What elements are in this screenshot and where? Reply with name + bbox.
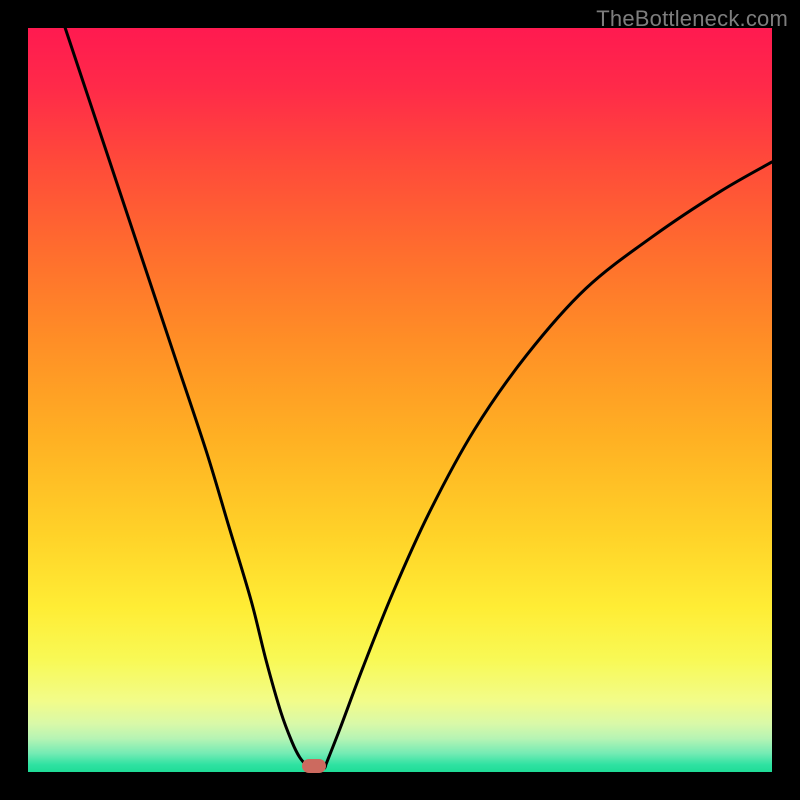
chart-frame: TheBottleneck.com — [0, 0, 800, 800]
optimum-marker — [302, 759, 326, 773]
watermark-text: TheBottleneck.com — [596, 6, 788, 32]
bottleneck-curve — [28, 28, 772, 772]
plot-area — [28, 28, 772, 772]
